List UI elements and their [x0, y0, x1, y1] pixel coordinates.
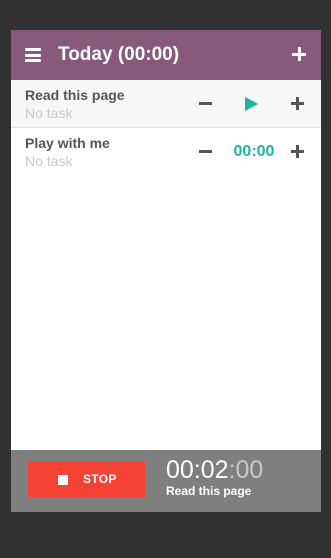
increase-time-button[interactable] [291, 145, 304, 158]
stop-button-label: STOP [83, 472, 117, 486]
activity-row[interactable]: Read this page No task [11, 80, 321, 128]
timer-main: 00:02 [166, 456, 229, 484]
hamburger-menu-icon[interactable] [25, 48, 41, 62]
decrease-time-button[interactable] [199, 102, 212, 105]
stop-square-icon [58, 475, 68, 485]
plus-icon [292, 47, 306, 61]
activity-name: Read this page [25, 87, 125, 103]
running-timer: 00:02:00 [166, 456, 263, 484]
page-title: Today (00:00) [58, 44, 180, 65]
current-activity-label: Read this page [166, 484, 252, 498]
play-icon[interactable] [245, 97, 258, 111]
activity-row[interactable]: Play with me No task 00:00 [11, 128, 321, 176]
app-header: Today (00:00) [11, 30, 321, 80]
activity-task: No task [25, 105, 73, 121]
decrease-time-button[interactable] [199, 150, 212, 153]
increase-time-button[interactable] [291, 97, 304, 110]
timesheet-app: Today (00:00) Read this page No task Pla… [11, 30, 321, 512]
activity-task: No task [25, 153, 73, 169]
stop-button[interactable]: STOP [28, 462, 145, 497]
timer-seconds: :00 [228, 456, 264, 484]
activity-name: Play with me [25, 135, 110, 151]
activity-time[interactable]: 00:00 [229, 143, 279, 161]
add-activity-button[interactable] [291, 46, 307, 62]
timer-footer: STOP 00:02:00 Read this page [11, 450, 321, 512]
